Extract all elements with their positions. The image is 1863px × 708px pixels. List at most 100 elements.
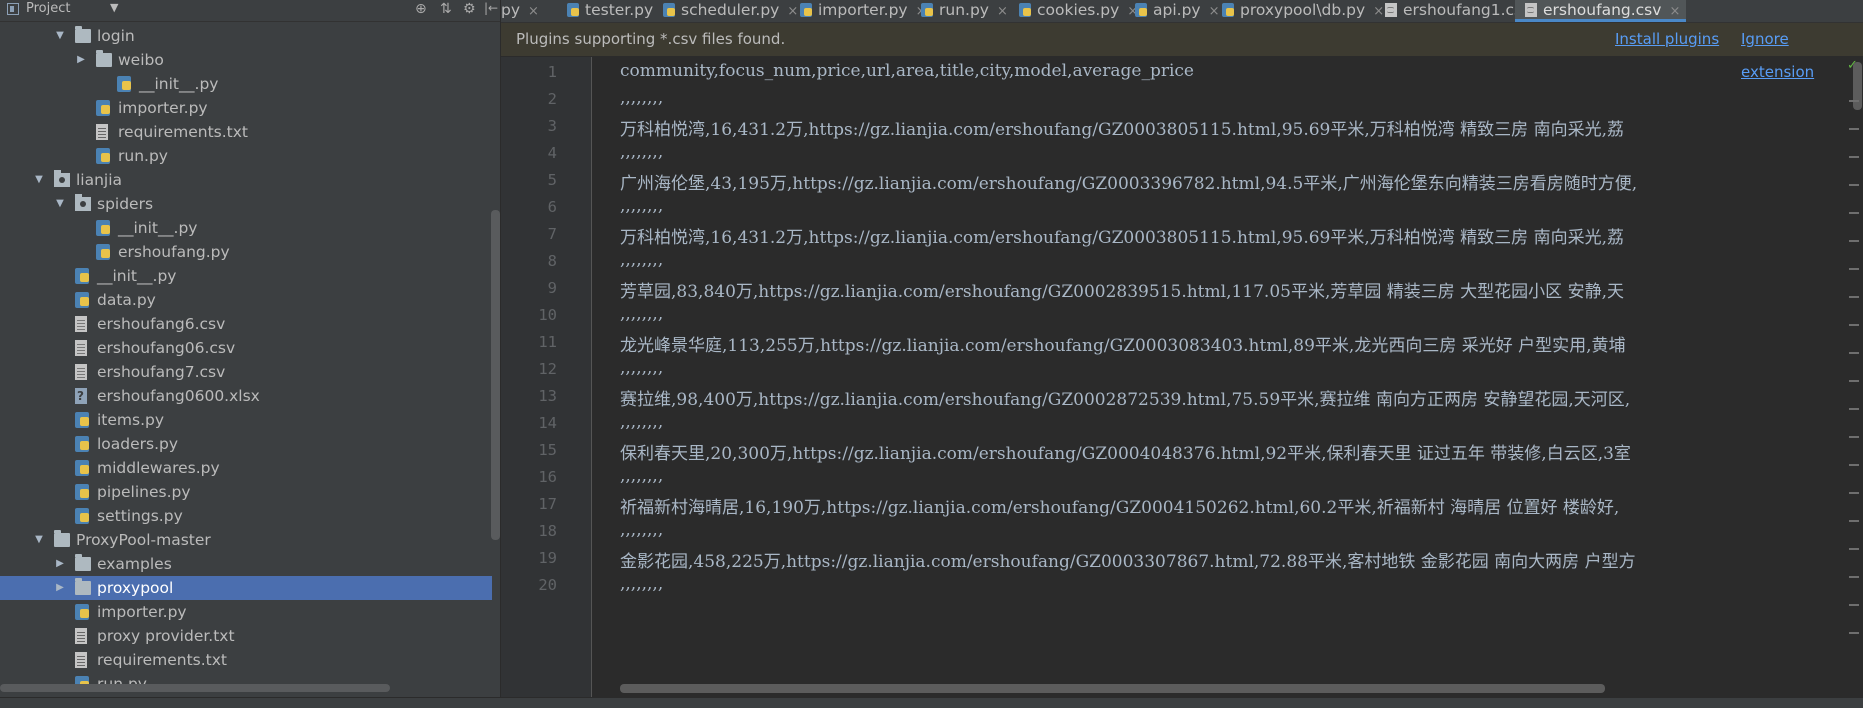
stripe-marker[interactable] bbox=[1849, 576, 1859, 578]
tree-item[interactable]: ▶ weibo bbox=[0, 48, 492, 72]
tree-item[interactable]: items.py bbox=[0, 408, 492, 432]
inspection-ok-icon[interactable]: ✓ bbox=[1847, 58, 1858, 73]
tree-item[interactable]: middlewares.py bbox=[0, 456, 492, 480]
stripe-marker[interactable] bbox=[1849, 632, 1859, 634]
editor-tab[interactable]: py × bbox=[501, 0, 545, 22]
expanded-arrow-icon[interactable]: ▼ bbox=[53, 192, 67, 216]
code-line[interactable]: 祈福新村海晴居,16,190万,https://gz.lianjia.com/e… bbox=[620, 493, 1619, 518]
tree-item[interactable]: ▼ lianjia bbox=[0, 168, 492, 192]
tree-item[interactable]: loaders.py bbox=[0, 432, 492, 456]
tree-item[interactable]: ▶ proxypool bbox=[0, 576, 492, 600]
tree-item[interactable]: requirements.txt bbox=[0, 648, 492, 672]
code-line[interactable]: ,,,,,,,, bbox=[620, 520, 663, 540]
code-line[interactable]: ,,,,,,,, bbox=[620, 574, 663, 594]
tree-item[interactable]: pipelines.py bbox=[0, 480, 492, 504]
tree-item[interactable]: data.py bbox=[0, 288, 492, 312]
editor-tab[interactable]: scheduler.py × bbox=[653, 0, 804, 22]
stripe-marker[interactable] bbox=[1849, 436, 1859, 438]
tree-item[interactable]: ershoufang.py bbox=[0, 240, 492, 264]
folder-icon bbox=[75, 554, 91, 571]
stripe-marker[interactable] bbox=[1849, 268, 1859, 270]
code-line[interactable]: 赛拉维,98,400万,https://gz.lianjia.com/ersho… bbox=[620, 385, 1630, 410]
code-line[interactable]: ,,,,,,,, bbox=[620, 466, 663, 486]
code-line[interactable]: 保利春天里,20,300万,https://gz.lianjia.com/ers… bbox=[620, 439, 1631, 464]
tree-item[interactable]: importer.py bbox=[0, 96, 492, 120]
code-line[interactable]: ,,,,,,,, bbox=[620, 250, 663, 270]
code-line[interactable]: 广州海伦堡,43,195万,https://gz.lianjia.com/ers… bbox=[620, 169, 1637, 194]
stripe-marker[interactable] bbox=[1849, 604, 1859, 606]
python-file-icon bbox=[921, 3, 933, 17]
tree-item[interactable]: ▼ spiders bbox=[0, 192, 492, 216]
code-line[interactable]: ,,,,,,,, bbox=[620, 142, 663, 162]
stripe-marker[interactable] bbox=[1849, 128, 1859, 130]
tree-item[interactable]: __init__.py bbox=[0, 264, 492, 288]
close-tab-icon[interactable]: × bbox=[997, 4, 1008, 19]
stripe-marker[interactable] bbox=[1849, 352, 1859, 354]
tree-item[interactable]: ershoufang6.csv bbox=[0, 312, 492, 336]
stripe-marker[interactable] bbox=[1849, 324, 1859, 326]
locate-icon[interactable]: ⊕ bbox=[415, 1, 427, 17]
code-line[interactable]: 万科柏悦湾,16,431.2万,https://gz.lianjia.com/e… bbox=[620, 223, 1624, 248]
tree-item[interactable]: __init__.py bbox=[0, 72, 492, 96]
stripe-marker[interactable] bbox=[1849, 520, 1859, 522]
python-file-icon bbox=[75, 604, 89, 620]
tree-item[interactable]: requirements.txt bbox=[0, 120, 492, 144]
stripe-marker[interactable] bbox=[1849, 492, 1859, 494]
editor-tab[interactable]: ershoufang.csv × bbox=[1515, 0, 1687, 22]
project-title[interactable]: Project bbox=[26, 1, 70, 16]
stripe-marker[interactable] bbox=[1849, 212, 1859, 214]
code-line[interactable]: ,,,,,,,, bbox=[620, 196, 663, 216]
collapsed-arrow-icon[interactable]: ▶ bbox=[53, 552, 67, 576]
code-editor[interactable]: community,focus_num,price,url,area,title… bbox=[620, 57, 1845, 697]
editor-horizontal-scrollbar[interactable] bbox=[620, 684, 1605, 693]
code-line[interactable]: 龙光峰景华庭,113,255万,https://gz.lianjia.com/e… bbox=[620, 331, 1626, 356]
code-line[interactable]: ,,,,,,,, bbox=[620, 304, 663, 324]
stripe-marker[interactable] bbox=[1849, 408, 1859, 410]
gear-icon[interactable]: ⚙ bbox=[463, 1, 476, 17]
install-plugins-link[interactable]: Install plugins bbox=[1615, 23, 1719, 56]
stripe-marker[interactable] bbox=[1849, 464, 1859, 466]
code-line[interactable]: community,focus_num,price,url,area,title… bbox=[620, 61, 1194, 81]
code-line[interactable]: 万科柏悦湾,16,431.2万,https://gz.lianjia.com/e… bbox=[620, 115, 1624, 140]
tree-item[interactable]: proxy provider.txt bbox=[0, 624, 492, 648]
stripe-marker[interactable] bbox=[1849, 156, 1859, 158]
collapse-all-icon[interactable]: ⇅ bbox=[440, 1, 452, 17]
collapsed-arrow-icon[interactable]: ▶ bbox=[74, 48, 88, 72]
code-line[interactable]: ,,,,,,,, bbox=[620, 358, 663, 378]
stripe-marker[interactable] bbox=[1849, 100, 1859, 102]
tree-vertical-scrollbar[interactable] bbox=[491, 210, 500, 540]
stripe-marker[interactable] bbox=[1849, 548, 1859, 550]
expanded-arrow-icon[interactable]: ▼ bbox=[53, 24, 67, 48]
close-tab-icon[interactable]: × bbox=[1669, 4, 1680, 19]
tree-item[interactable]: __init__.py bbox=[0, 216, 492, 240]
code-line[interactable]: ,,,,,,,, bbox=[620, 412, 663, 432]
code-line[interactable]: 芳草园,83,840万,https://gz.lianjia.com/ersho… bbox=[620, 277, 1624, 302]
expanded-arrow-icon[interactable]: ▼ bbox=[32, 528, 46, 552]
expanded-arrow-icon[interactable]: ▼ bbox=[32, 168, 46, 192]
close-tab-icon[interactable]: × bbox=[528, 4, 539, 19]
tree-item[interactable]: run.py bbox=[0, 144, 492, 168]
tree-horizontal-scrollbar[interactable] bbox=[0, 684, 390, 692]
stripe-marker[interactable] bbox=[1849, 184, 1859, 186]
tree-item[interactable]: ershoufang0600.xlsx bbox=[0, 384, 492, 408]
stripe-marker[interactable] bbox=[1849, 380, 1859, 382]
hide-panel-icon[interactable]: |← bbox=[484, 1, 498, 15]
tree-item[interactable]: ▶ examples bbox=[0, 552, 492, 576]
tree-item[interactable]: settings.py bbox=[0, 504, 492, 528]
stripe-marker[interactable] bbox=[1849, 240, 1859, 242]
tree-item[interactable]: importer.py bbox=[0, 600, 492, 624]
tree-item[interactable]: ershoufang06.csv bbox=[0, 336, 492, 360]
tree-item[interactable]: ▼ ProxyPool-master bbox=[0, 528, 492, 552]
editor-tab[interactable]: proxypool\db.py × bbox=[1212, 0, 1390, 22]
editor-tab[interactable]: run.py × bbox=[911, 0, 1014, 22]
line-number: 7 bbox=[547, 225, 557, 243]
tree-item[interactable]: ▼ login bbox=[0, 24, 492, 48]
collapsed-arrow-icon[interactable]: ▶ bbox=[53, 576, 67, 600]
editor-tab[interactable]: cookies.py × bbox=[1009, 0, 1144, 22]
tree-item[interactable]: ershoufang7.csv bbox=[0, 360, 492, 384]
code-line[interactable]: ,,,,,,,, bbox=[620, 88, 663, 108]
code-line[interactable]: 金影花园,458,225万,https://gz.lianjia.com/ers… bbox=[620, 547, 1636, 572]
stripe-marker[interactable] bbox=[1849, 296, 1859, 298]
chevron-down-icon[interactable]: ▼ bbox=[110, 1, 118, 14]
editor-tab[interactable]: api.py × bbox=[1125, 0, 1226, 22]
